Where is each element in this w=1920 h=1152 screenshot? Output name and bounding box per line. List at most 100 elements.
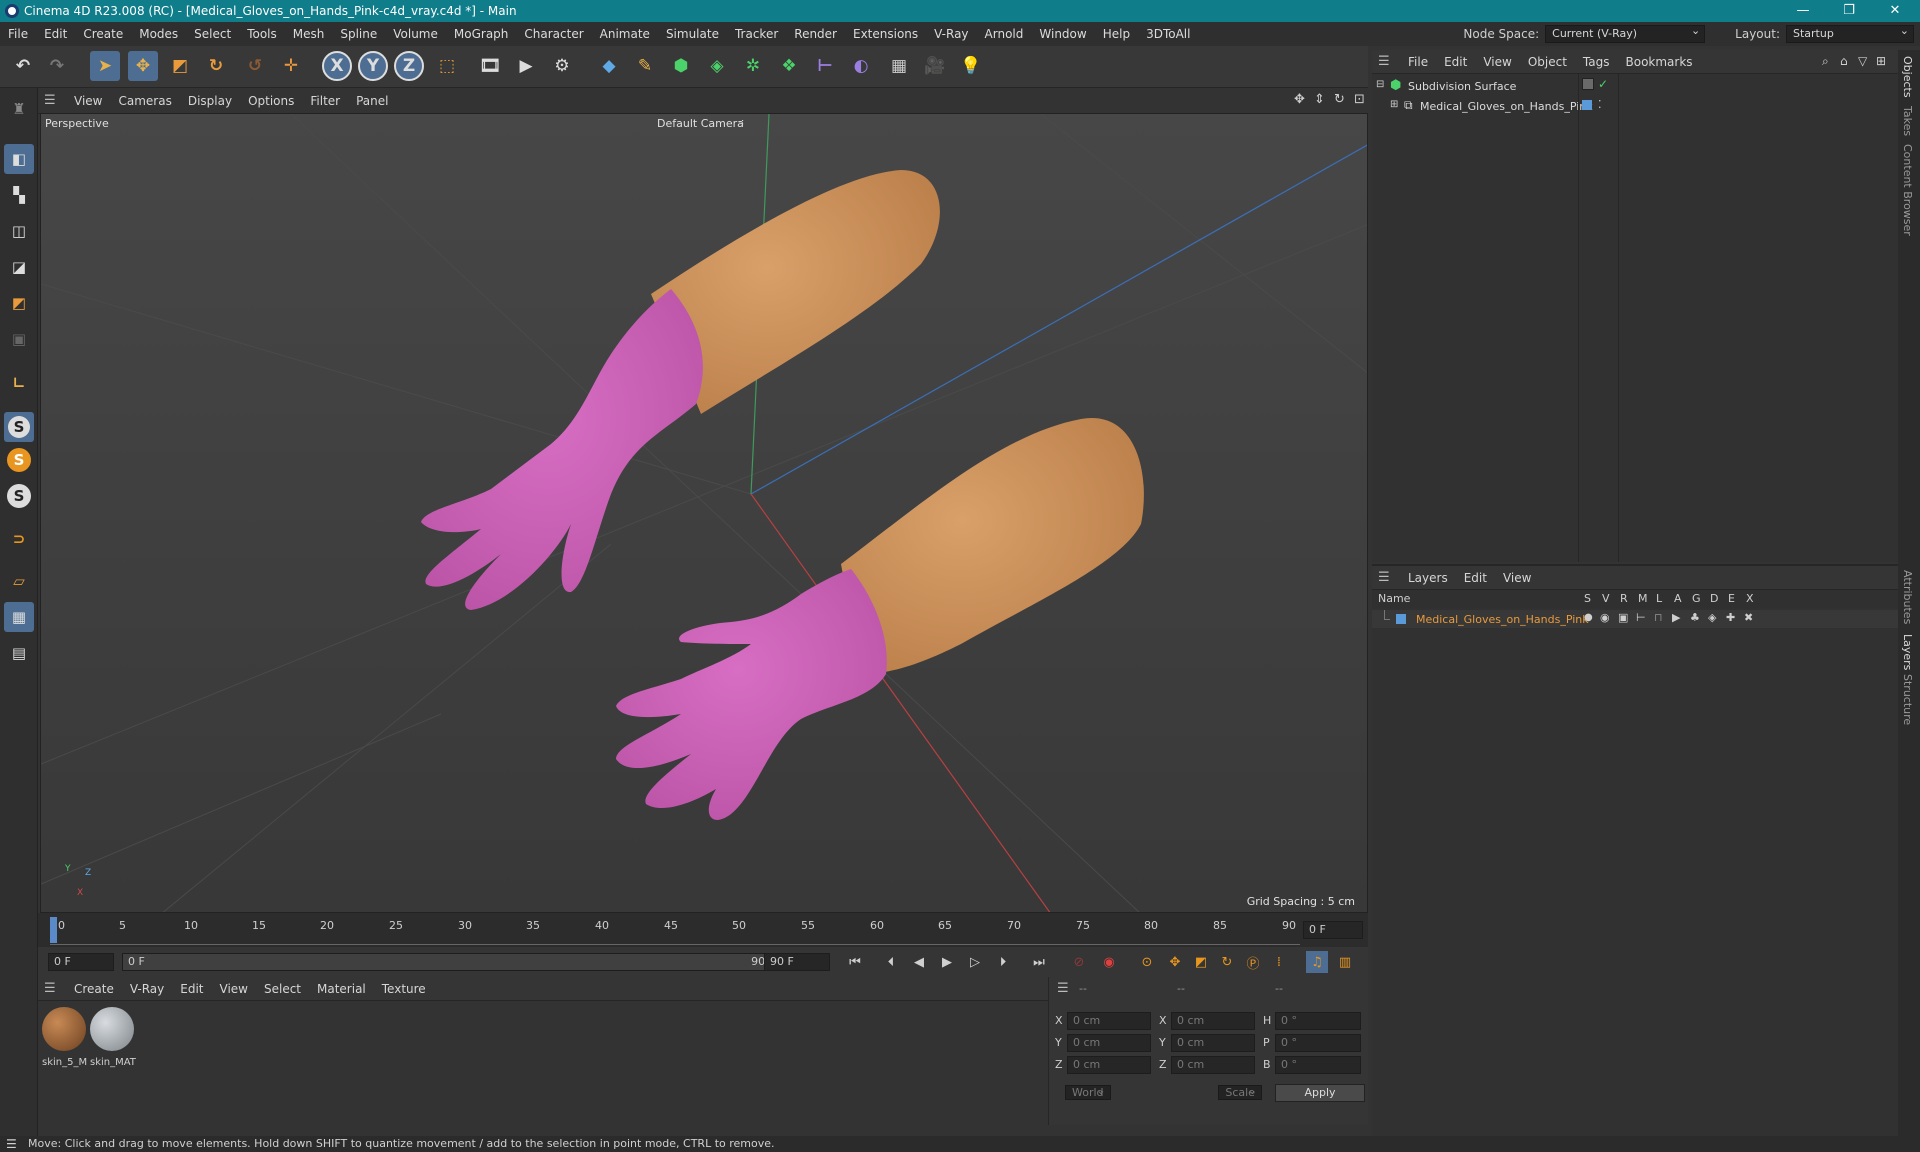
visibility-toggle-icon[interactable] xyxy=(1582,78,1594,90)
material-menu-edit[interactable]: Edit xyxy=(172,982,211,996)
viewport-menu-panel[interactable]: Panel xyxy=(348,94,396,108)
deformer-icon[interactable]: ⊢ xyxy=(810,51,840,81)
restore-button[interactable]: ❐ xyxy=(1826,0,1872,22)
menu-help[interactable]: Help xyxy=(1095,27,1138,41)
size-z-field[interactable]: 0 cm xyxy=(1171,1056,1255,1074)
xref-icon[interactable]: ✖ xyxy=(1744,611,1753,624)
magnet-icon[interactable]: ⊃ xyxy=(4,524,34,554)
enabled-check-icon[interactable]: ✓ xyxy=(1598,77,1608,91)
material-menu-icon[interactable]: ☰ xyxy=(44,981,56,996)
object-name[interactable]: Medical_Gloves_on_Hands_Pink xyxy=(1420,100,1593,113)
motion-system-icon[interactable]: ▥ xyxy=(1334,951,1356,973)
render-picture-viewer-icon[interactable]: ▶ xyxy=(511,51,541,81)
current-frame-field[interactable]: 0 F xyxy=(1303,921,1363,939)
floor-scene-icon[interactable]: ▦ xyxy=(884,51,914,81)
manager-icon[interactable]: ⊢ xyxy=(1636,611,1646,624)
coord-system-select[interactable]: World xyxy=(1065,1085,1111,1100)
redo-icon[interactable]: ↷ xyxy=(42,51,72,81)
solo-icon[interactable]: ● xyxy=(1584,612,1593,623)
cube-object-icon[interactable]: ◆ xyxy=(594,51,624,81)
position-z-field[interactable]: 0 cm xyxy=(1067,1056,1151,1074)
object-menu-file[interactable]: File xyxy=(1400,55,1436,69)
transform-tool-icon[interactable]: ✛ xyxy=(276,51,306,81)
menu-vray[interactable]: V-Ray xyxy=(926,27,976,41)
menu-select[interactable]: Select xyxy=(186,27,239,41)
next-key-icon[interactable]: ⏵ xyxy=(992,951,1014,973)
3d-viewport[interactable]: Perspective Default Camera ⁖ Grid Spacin… xyxy=(40,113,1368,913)
lock-y-axis-button[interactable]: Y xyxy=(358,51,388,81)
uv-mode-icon[interactable]: ▣ xyxy=(4,324,34,354)
layer-color-swatch[interactable] xyxy=(1582,100,1592,110)
cloner-icon[interactable]: ✲ xyxy=(738,51,768,81)
object-name[interactable]: Subdivision Surface xyxy=(1408,80,1516,93)
viewport-camera-label[interactable]: Default Camera xyxy=(657,117,744,130)
tab-layers[interactable]: Layers xyxy=(1901,634,1914,670)
material-item[interactable]: skin_MAT xyxy=(90,1007,136,1068)
menu-volume[interactable]: Volume xyxy=(385,27,446,41)
viewport-menu-options[interactable]: Options xyxy=(240,94,302,108)
tree-row-gloves[interactable]: ⊞ ⧉ Medical_Gloves_on_Hands_Pink ⁚ xyxy=(1372,98,1898,116)
axis-mode-icon[interactable]: ∟ xyxy=(4,368,34,398)
subdivision-generator-icon[interactable]: ⬢ xyxy=(666,51,696,81)
animation-icon[interactable]: ▶ xyxy=(1672,611,1680,624)
play-icon[interactable]: ▶ xyxy=(936,951,958,973)
material-item[interactable]: skin_5_M xyxy=(42,1007,88,1068)
material-menu-create[interactable]: Create xyxy=(66,982,122,996)
home-icon[interactable]: ⌂ xyxy=(1840,54,1848,68)
end-frame-field[interactable]: 90 F xyxy=(764,953,830,971)
object-menu-bookmarks[interactable]: Bookmarks xyxy=(1618,55,1701,69)
keyframe-selection-icon[interactable]: ⊙ xyxy=(1136,951,1158,973)
viewport-menu-filter[interactable]: Filter xyxy=(302,94,348,108)
tab-content-browser[interactable]: Content Browser xyxy=(1901,144,1914,236)
tree-row-subdivision[interactable]: ⊟ ⬢ Subdivision Surface ✓ xyxy=(1372,77,1898,96)
object-menu-object[interactable]: Object xyxy=(1520,55,1575,69)
coords-menu-icon[interactable]: ☰ xyxy=(1057,981,1069,996)
material-menu-select[interactable]: Select xyxy=(256,982,309,996)
rotation-b-field[interactable]: 0 ° xyxy=(1275,1056,1361,1074)
workplane-icon[interactable]: ▱ xyxy=(4,566,34,596)
layer-menu-edit[interactable]: Edit xyxy=(1456,571,1495,585)
layer-menu-view[interactable]: View xyxy=(1495,571,1539,585)
menu-spline[interactable]: Spline xyxy=(332,27,385,41)
menu-file[interactable]: File xyxy=(0,27,36,41)
menu-tracker[interactable]: Tracker xyxy=(727,27,786,41)
material-menu-texture[interactable]: Texture xyxy=(374,982,434,996)
extrude-generator-icon[interactable]: ◈ xyxy=(702,51,732,81)
expression-icon[interactable]: ✚ xyxy=(1726,611,1735,624)
menu-extensions[interactable]: Extensions xyxy=(845,27,926,41)
deformer-layer-icon[interactable]: ◈ xyxy=(1708,611,1716,624)
viewport-maximize-icon[interactable]: ⊡ xyxy=(1354,92,1365,107)
menu-tools[interactable]: Tools xyxy=(239,27,285,41)
menu-arnold[interactable]: Arnold xyxy=(977,27,1032,41)
rotation-p-field[interactable]: 0 ° xyxy=(1275,1034,1361,1052)
viewport-menu-cameras[interactable]: Cameras xyxy=(110,94,179,108)
lock-z-axis-button[interactable]: Z xyxy=(394,51,424,81)
render-view-icon[interactable]: 🎞 xyxy=(475,51,505,81)
layer-row[interactable]: Medical_Gloves_on_Hands_Pink ● ◉ ▣ ⊢ ⊓ ▶… xyxy=(1372,610,1898,628)
minimize-button[interactable]: — xyxy=(1780,0,1826,22)
size-x-field[interactable]: 0 cm xyxy=(1171,1012,1255,1030)
menu-render[interactable]: Render xyxy=(786,27,845,41)
menu-create[interactable]: Create xyxy=(75,27,131,41)
workplane-snap-button[interactable]: S xyxy=(7,484,31,508)
position-x-field[interactable]: 0 cm xyxy=(1067,1012,1151,1030)
key-scale-icon[interactable]: ◩ xyxy=(1190,951,1212,973)
timeline-ruler[interactable]: 0 5 10 15 20 25 30 35 40 45 50 55 60 65 … xyxy=(38,913,1368,947)
menu-window[interactable]: Window xyxy=(1031,27,1094,41)
undo-icon[interactable]: ↶ xyxy=(8,51,38,81)
tab-objects[interactable]: Objects xyxy=(1901,56,1914,98)
locked-workplane-icon[interactable]: ▤ xyxy=(4,638,34,668)
autokey-icon[interactable]: ◉ xyxy=(1098,951,1120,973)
coordinate-system-icon[interactable]: ⬚ xyxy=(432,51,462,81)
object-menu-edit[interactable]: Edit xyxy=(1436,55,1475,69)
render-settings-icon[interactable]: ⚙ xyxy=(547,51,577,81)
object-menu-tags[interactable]: Tags xyxy=(1575,55,1618,69)
tab-attributes[interactable]: Attributes xyxy=(1901,570,1914,624)
edge-mode-icon[interactable]: ◪ xyxy=(4,252,34,282)
menu-simulate[interactable]: Simulate xyxy=(658,27,727,41)
recent-tool-icon[interactable]: ↺ xyxy=(240,51,270,81)
key-rotation-icon[interactable]: ↻ xyxy=(1216,951,1238,973)
material-menu-view[interactable]: View xyxy=(212,982,256,996)
layer-name[interactable]: Medical_Gloves_on_Hands_Pink xyxy=(1416,613,1589,626)
make-editable-icon[interactable]: ♜ xyxy=(4,94,34,124)
